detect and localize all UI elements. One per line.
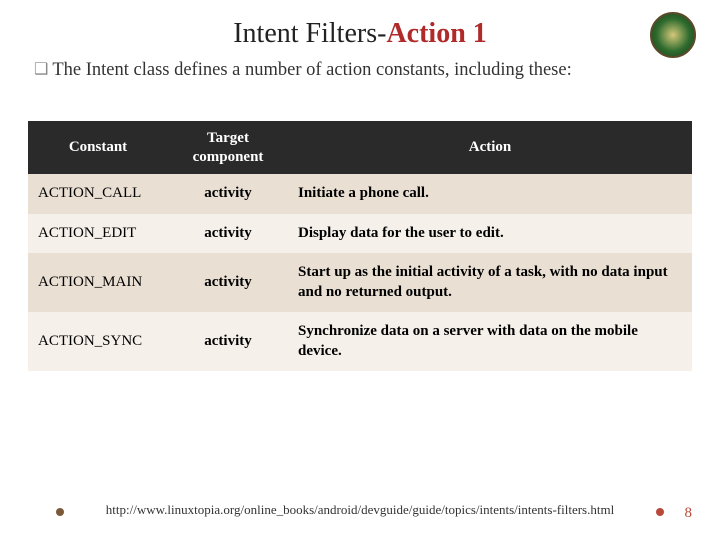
actions-table: Constant Target component Action ACTION_… — [28, 121, 692, 372]
cell-action: Synchronize data on a server with data o… — [288, 312, 692, 371]
table-header-row: Constant Target component Action — [28, 121, 692, 175]
title-accent: Action 1 — [386, 18, 486, 49]
cell-action: Start up as the initial activity of a ta… — [288, 253, 692, 312]
col-target: Target component — [168, 121, 288, 175]
cell-constant: ACTION_EDIT — [28, 214, 168, 254]
decorative-dot-icon — [56, 508, 64, 516]
table-row: ACTION_CALL activity Initiate a phone ca… — [28, 174, 692, 214]
square-bullet-icon: ❑ — [34, 59, 48, 81]
cell-target: activity — [168, 253, 288, 312]
cell-target: activity — [168, 214, 288, 254]
col-action: Action — [288, 121, 692, 175]
cell-constant: ACTION_CALL — [28, 174, 168, 214]
table-row: ACTION_EDIT activity Display data for th… — [28, 214, 692, 254]
intro-text: The Intent class defines a number of act… — [52, 60, 571, 80]
cell-target: activity — [168, 312, 288, 371]
slide-title: Intent Filters-Action 1 — [28, 18, 692, 50]
intro-paragraph: ❑The Intent class defines a number of ac… — [34, 58, 692, 83]
table-row: ACTION_MAIN activity Start up as the ini… — [28, 253, 692, 312]
page-number: 8 — [685, 505, 693, 522]
footer-url: http://www.linuxtopia.org/online_books/a… — [106, 502, 614, 517]
cell-action: Display data for the user to edit. — [288, 214, 692, 254]
footer: http://www.linuxtopia.org/online_books/a… — [0, 502, 720, 518]
cell-constant: ACTION_MAIN — [28, 253, 168, 312]
cell-target: activity — [168, 174, 288, 214]
col-constant: Constant — [28, 121, 168, 175]
decorative-dot-icon — [656, 508, 664, 516]
cell-constant: ACTION_SYNC — [28, 312, 168, 371]
title-text: Intent Filters- — [233, 18, 386, 49]
cell-action: Initiate a phone call. — [288, 174, 692, 214]
table-row: ACTION_SYNC activity Synchronize data on… — [28, 312, 692, 371]
university-seal-icon — [650, 12, 696, 58]
